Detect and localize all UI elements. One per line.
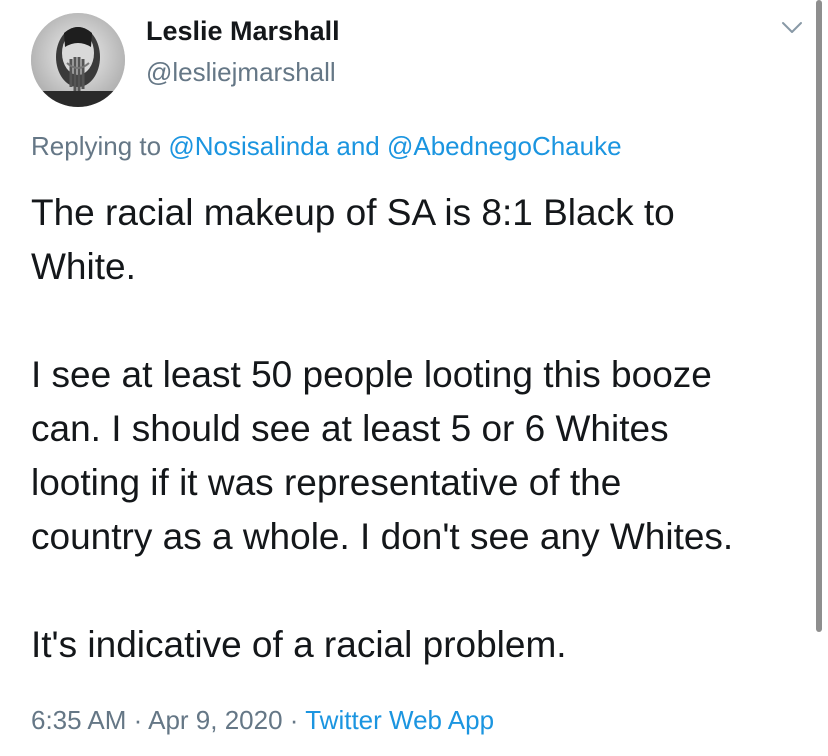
tweet-text-line: can. I should see at least 5 or 6 Whites xyxy=(31,408,669,449)
mention-link-abednegochauke[interactable]: @AbednegoChauke xyxy=(387,131,622,161)
chevron-down-icon[interactable] xyxy=(778,14,806,42)
tweet-text-line: country as a whole. I don't see any Whit… xyxy=(31,516,734,557)
user-handle[interactable]: @lesliejmarshall xyxy=(146,57,336,88)
tweet-source-link[interactable]: Twitter Web App xyxy=(305,705,494,735)
avatar[interactable] xyxy=(31,13,125,107)
avatar-image xyxy=(31,13,125,107)
tweet-text-line: The racial makeup of SA is 8:1 Black to xyxy=(31,192,675,233)
tweet-text-line: White. xyxy=(31,246,136,287)
meta-separator: · xyxy=(133,705,143,735)
tweet-time[interactable]: 6:35 AM xyxy=(31,705,126,735)
replying-to-conjunction: and xyxy=(336,131,380,161)
scrollbar[interactable] xyxy=(816,0,822,632)
tweet-meta: 6:35 AM · Apr 9, 2020 · Twitter Web App xyxy=(31,705,494,736)
tweet-text-line: I see at least 50 people looting this bo… xyxy=(31,354,712,395)
display-name[interactable]: Leslie Marshall xyxy=(146,16,340,47)
mention-link-nosisalinda[interactable]: @Nosisalinda xyxy=(168,131,329,161)
replying-to: Replying to @Nosisalinda and @AbednegoCh… xyxy=(31,131,622,162)
tweet-text-line: looting if it was representative of the xyxy=(31,462,622,503)
tweet-text: The racial makeup of SA is 8:1 Black to … xyxy=(31,186,811,672)
tweet-date[interactable]: Apr 9, 2020 xyxy=(148,705,282,735)
tweet-card: Leslie Marshall @lesliejmarshall Replyin… xyxy=(0,0,828,756)
meta-separator: · xyxy=(289,705,299,735)
tweet-text-line: It's indicative of a racial problem. xyxy=(31,624,567,665)
replying-to-label: Replying to xyxy=(31,131,162,161)
